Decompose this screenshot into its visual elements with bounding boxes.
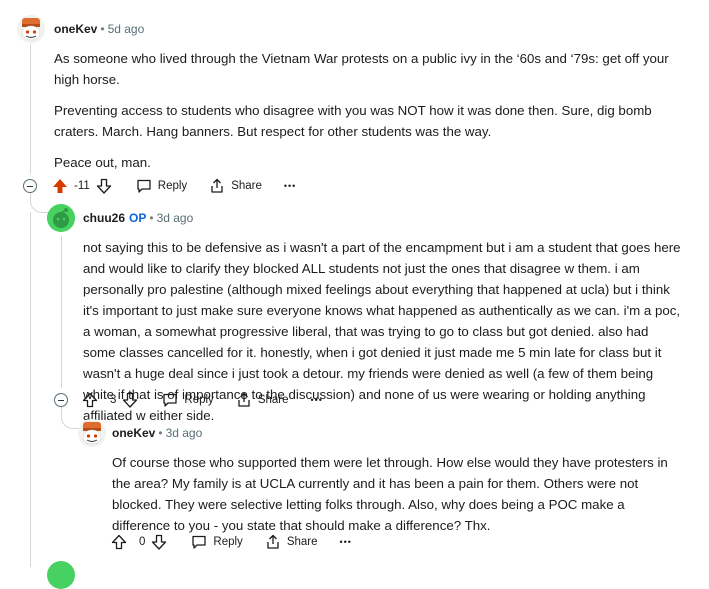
downvote-icon[interactable] (122, 392, 138, 408)
comment-actions: 3 Reply Share ••• (82, 390, 345, 410)
more-options-icon: ••• (310, 395, 323, 405)
vote-group: 3 (82, 392, 144, 408)
share-label: Share (257, 394, 289, 406)
author-name[interactable]: oneKev (112, 426, 155, 440)
separator-dot: • (149, 211, 154, 225)
comment-bubble-icon (137, 179, 151, 193)
author-name[interactable]: oneKev (54, 22, 97, 36)
reply-label: Reply (184, 394, 214, 406)
share-label: Share (286, 536, 318, 548)
share-button[interactable]: Share (236, 392, 289, 408)
upvote-icon[interactable] (52, 178, 68, 194)
op-badge: OP (129, 211, 147, 225)
share-button[interactable]: Share (209, 178, 262, 194)
upvote-icon[interactable] (111, 534, 127, 550)
comment-header: oneKev • 3d ago (112, 425, 202, 441)
thread-line-root-lower (30, 212, 31, 567)
comment-paragraph: As someone who lived through the Vietnam… (54, 51, 669, 87)
collapse-thread-button[interactable] (54, 393, 68, 407)
reply-button[interactable]: Reply (162, 392, 214, 408)
comment-bubble-icon (163, 393, 178, 407)
comment-paragraph: Preventing access to students who disagr… (54, 103, 652, 139)
comment-actions: 0 Reply Share ••• (111, 532, 374, 552)
share-label: Share (231, 180, 262, 192)
more-options-icon: ••• (283, 181, 297, 191)
avatar[interactable] (78, 419, 106, 447)
separator-dot: • (100, 22, 105, 36)
reply-label: Reply (157, 180, 188, 192)
downvote-icon[interactable] (151, 534, 167, 550)
snoo-avatar-icon (47, 204, 75, 232)
reply-button[interactable]: Reply (191, 534, 243, 550)
thread-branch-1 (30, 190, 51, 213)
vote-group: -11 (52, 178, 118, 194)
more-options-button[interactable]: ••• (311, 395, 323, 405)
more-options-icon: ••• (339, 537, 352, 547)
avatar[interactable] (47, 561, 75, 589)
more-options-button[interactable]: ••• (284, 181, 296, 191)
timestamp[interactable]: 3d ago (157, 211, 194, 225)
comment-header: chuu26 OP • 3d ago (83, 210, 193, 226)
avatar[interactable] (17, 15, 45, 43)
comment-bubble-icon (192, 535, 207, 549)
comment-actions: -11 Reply Share ••• (52, 176, 318, 196)
vote-score: 3 (110, 394, 117, 406)
vote-group: 0 (111, 534, 173, 550)
more-options-button[interactable]: ••• (340, 537, 352, 547)
reply-button[interactable]: Reply (136, 178, 187, 194)
downvote-icon[interactable] (96, 178, 112, 194)
comment-header: oneKev • 5d ago (54, 21, 144, 37)
reply-label: Reply (213, 536, 243, 548)
share-icon (238, 392, 250, 407)
author-name[interactable]: chuu26 (83, 211, 125, 225)
comment-body: As someone who lived through the Vietnam… (54, 48, 694, 173)
share-button[interactable]: Share (265, 534, 318, 550)
snoo-avatar-icon (78, 419, 106, 447)
vote-score: -11 (74, 180, 90, 192)
comment-body: Of course those who supported them were … (112, 452, 672, 536)
timestamp[interactable]: 3d ago (166, 426, 203, 440)
avatar[interactable] (47, 204, 75, 232)
vote-score: 0 (139, 536, 146, 548)
timestamp[interactable]: 5d ago (108, 22, 145, 36)
comment-paragraph: Of course those who supported them were … (112, 455, 668, 533)
share-icon (211, 178, 223, 193)
comment-paragraph: Peace out, man. (54, 155, 151, 170)
thread-line-root (30, 44, 31, 174)
share-icon (267, 534, 279, 549)
collapse-thread-button[interactable] (23, 179, 37, 193)
separator-dot: • (158, 426, 163, 440)
snoo-avatar-icon (17, 15, 45, 43)
thread-line-reply-1 (61, 236, 62, 388)
upvote-icon[interactable] (82, 392, 98, 408)
